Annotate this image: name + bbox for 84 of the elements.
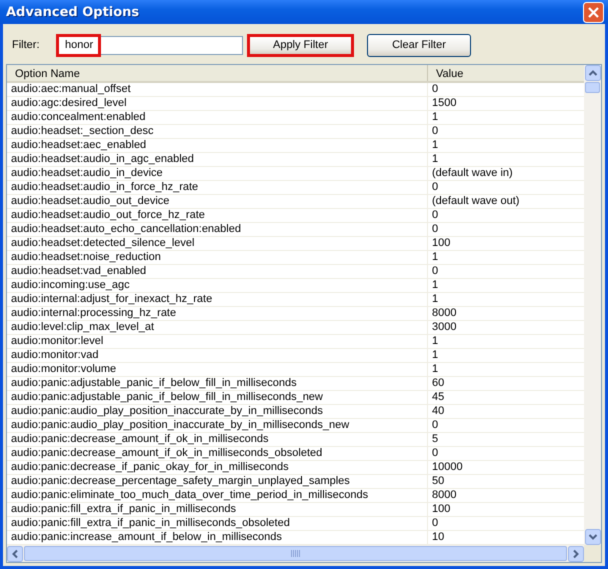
table-cell: audio:headset:vad_enabled (7, 265, 428, 278)
scroll-thumb[interactable] (24, 546, 567, 561)
table-cell-text: 0 (431, 209, 440, 222)
table-cell-text: 0 (431, 181, 440, 194)
table-cell-text: (default wave out) (431, 195, 520, 208)
table-cell-text: 0 (431, 83, 440, 96)
table-cell-text: 1 (431, 335, 440, 348)
table-cell: audio:panic:eliminate_too_much_data_over_time_period_in_milliseconds (7, 489, 428, 502)
table-cell-text: 0 (431, 517, 440, 530)
scroll-up-icon[interactable] (585, 65, 601, 81)
table-cell: audio:aec:manual_offset (7, 83, 428, 96)
table-cell: audio:level:clip_max_level_at (7, 321, 428, 334)
filter-button[interactable]: Apply Filter (247, 34, 354, 56)
table-cell-text: 1500 (431, 97, 458, 110)
table-cell: audio:panic:fill_extra_if_panic_in_milliseconds (7, 503, 428, 516)
table-cell: audio:headset:auto_echo_cancellation:enabled (7, 223, 428, 236)
table-cell: audio:panic:audio_play_position_inaccurate_by_in_milliseconds_new (7, 419, 428, 432)
table-cell: audio:panic:decrease_percentage_safety_margin_unplayed_samples (7, 475, 428, 488)
table-cell-text: 0 (431, 265, 440, 278)
scroll-thumb[interactable] (585, 82, 600, 93)
table-cell: audio:headset:audio_out_force_hz_rate (7, 209, 428, 222)
table-cell: audio:headset:detected_silence_level (7, 237, 428, 250)
table-cell: audio:panic:adjustable_panic_if_below_fill_in_milliseconds (7, 377, 428, 390)
table-cell-text: 8000 (431, 489, 458, 502)
vertical-scrollbar[interactable] (584, 65, 601, 545)
filter-label: Filter: (12, 39, 40, 51)
table-cell: audio:headset:audio_in_agc_enabled (7, 153, 428, 166)
column-header[interactable]: Value (428, 65, 584, 81)
filter-button[interactable]: Clear Filter (367, 34, 471, 56)
table-cell-text: 1 (431, 251, 440, 264)
table-cell: audio:internal:adjust_for_inexact_hz_rate (7, 293, 428, 306)
table-cell-text: 100 (431, 237, 452, 250)
scrollbar-corner (584, 545, 601, 562)
table-cell: audio:panic:fill_extra_if_panic_in_milliseconds_obsoleted (7, 517, 428, 530)
table-cell: audio:headset:audio_out_device (7, 195, 428, 208)
table-cell-text: 50 (431, 475, 446, 488)
table-cell-text: 0 (431, 419, 440, 432)
table-cell: audio:panic:audio_play_position_inaccurate_by_in_milliseconds (7, 405, 428, 418)
scroll-right-icon[interactable] (568, 546, 584, 562)
table-cell-text: 1 (431, 279, 440, 292)
window-title: Advanced Options (6, 4, 140, 20)
table-cell-text: 5 (431, 433, 440, 446)
table-cell: audio:headset:_section_desc (7, 125, 428, 138)
table-cell: audio:panic:decrease_if_panic_okay_for_in_milliseconds (7, 461, 428, 474)
table-cell-text: 40 (431, 405, 446, 418)
table-cell-text: 10000 (431, 461, 464, 474)
table-cell-text: 8000 (431, 307, 458, 320)
table-cell: audio:headset:noise_reduction (7, 251, 428, 264)
scroll-down-icon[interactable] (585, 529, 601, 545)
table-cell: audio:monitor:volume (7, 363, 428, 376)
table-cell: audio:headset:aec_enabled (7, 139, 428, 152)
scroll-left-icon[interactable] (7, 546, 23, 562)
grip-icon (291, 550, 300, 557)
table-cell-text: 0 (431, 223, 440, 236)
table-cell-text: 0 (431, 447, 440, 460)
table-cell: audio:monitor:vad (7, 349, 428, 362)
table-cell: audio:concealment:enabled (7, 111, 428, 124)
table-cell-text: 1 (431, 293, 440, 306)
table-cell: audio:panic:decrease_amount_if_ok_in_milliseconds (7, 433, 428, 446)
table-cell-text: 3000 (431, 321, 458, 334)
table-cell-text: 1 (431, 363, 440, 376)
horizontal-scrollbar[interactable] (7, 545, 601, 562)
table-cell-text: 45 (431, 391, 446, 404)
filter-field[interactable]: honor (58, 36, 243, 54)
table-cell-text: (default wave in) (431, 167, 514, 180)
table-cell: audio:panic:decrease_amount_if_ok_in_milliseconds_obsoleted (7, 447, 428, 460)
table-cell: audio:panic:increase_amount_if_below_in_milliseconds (7, 531, 428, 544)
table-cell: audio:incoming:use_agc (7, 279, 428, 292)
table-cell-text: 60 (431, 377, 446, 390)
table-cell: audio:monitor:level (7, 335, 428, 348)
table-cell-text: 0 (431, 125, 440, 138)
table-cell-text: 10 (431, 531, 446, 544)
table-cell: audio:headset:audio_in_device (7, 167, 428, 180)
table-cell: audio:agc:desired_level (7, 97, 428, 110)
close-icon[interactable] (583, 2, 604, 22)
table-cell-text: 1 (431, 139, 440, 152)
table-cell: audio:internal:processing_hz_rate (7, 307, 428, 320)
column-header[interactable]: Option Name (7, 65, 428, 81)
table-cell-text: 1 (431, 111, 440, 124)
table-cell: audio:panic:adjustable_panic_if_below_fill_in_milliseconds_new (7, 391, 428, 404)
table-cell-text: 1 (431, 349, 440, 362)
table-cell-text: 1 (431, 153, 440, 166)
table-cell-text: 100 (431, 503, 452, 516)
table-cell: audio:headset:audio_in_force_hz_rate (7, 181, 428, 194)
